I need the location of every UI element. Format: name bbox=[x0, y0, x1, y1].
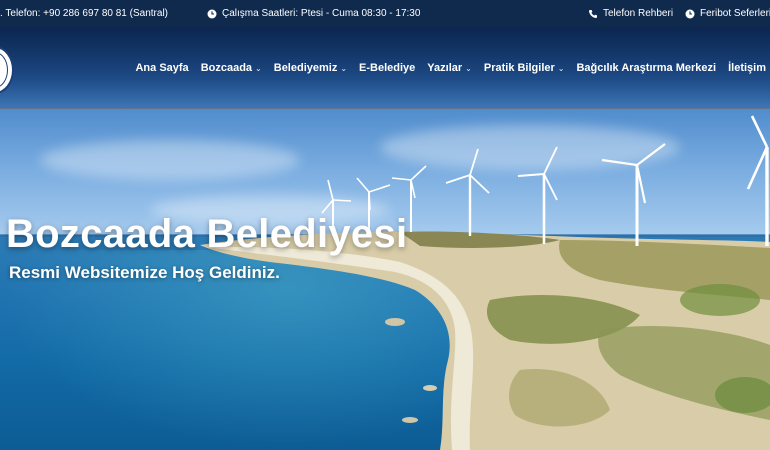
ferry-schedule-label: Feribot Seferleri bbox=[700, 8, 770, 19]
hero-title: Bozcaada Belediyesi bbox=[6, 212, 408, 256]
nav-item-yazilar[interactable]: Yazılar ⌄ bbox=[427, 62, 472, 74]
clock-icon bbox=[685, 9, 695, 18]
main-navigation: Ana Sayfa Bozcaada ⌄ Belediyemiz ⌄ E-Belediye… bbox=[135, 54, 766, 82]
phone-icon bbox=[589, 9, 597, 18]
nav-item-label: Yazılar bbox=[427, 62, 463, 74]
nav-item-belediyemiz[interactable]: Belediyemiz ⌄ bbox=[274, 62, 347, 74]
nav-item-label: E-Belediye bbox=[359, 62, 416, 74]
phonebook-label: Telefon Rehberi bbox=[603, 8, 674, 19]
working-hours: Çalışma Saatleri: Ptesi - Cuma 08:30 - 1… bbox=[207, 0, 420, 27]
phonebook-link[interactable]: Telefon Rehberi bbox=[588, 0, 673, 27]
ferry-schedule-link[interactable]: Feribot Seferleri bbox=[685, 0, 770, 27]
chevron-down-icon: ⌄ bbox=[340, 63, 348, 73]
nav-item-label: Pratik Bilgiler bbox=[483, 62, 555, 74]
nav-item-label: İletişim bbox=[728, 62, 766, 74]
nav-item-e-belediye[interactable]: E-Belediye bbox=[359, 62, 415, 74]
phone-text: . Telefon: +90 286 697 80 81 (Santral) bbox=[0, 8, 168, 19]
nav-item-pratik-bilgiler[interactable]: Pratik Bilgiler ⌄ bbox=[484, 62, 565, 74]
nav-item-bozcaada[interactable]: Bozcaada ⌄ bbox=[201, 62, 262, 74]
chevron-down-icon: ⌄ bbox=[465, 63, 472, 73]
chevron-down-icon: ⌄ bbox=[255, 63, 262, 73]
nav-item-bagcilik-arastirma-merkezi[interactable]: Bağcılık Araştırma Merkezi bbox=[576, 62, 716, 74]
nav-item-ana-sayfa[interactable]: Ana Sayfa bbox=[135, 62, 188, 74]
nav-item-label: Ana Sayfa bbox=[135, 62, 189, 74]
chevron-down-icon: ⌄ bbox=[557, 63, 565, 73]
nav-item-label: Bozcaada bbox=[200, 62, 253, 74]
working-hours-text: Çalışma Saatleri: Ptesi - Cuma 08:30 - 1… bbox=[222, 8, 421, 19]
municipality-logo[interactable] bbox=[0, 46, 14, 94]
main-header: Ana Sayfa Bozcaada ⌄ Belediyemiz ⌄ E-Belediye… bbox=[0, 27, 770, 109]
clock-icon bbox=[207, 9, 217, 18]
logo-ring bbox=[0, 52, 8, 88]
phone-contact[interactable]: . Telefon: +90 286 697 80 81 (Santral) bbox=[0, 0, 168, 27]
top-info-bar: . Telefon: +90 286 697 80 81 (Santral) Ç… bbox=[0, 0, 770, 27]
hero-subtitle: Resmi Websitemize Hoş Geldiniz. bbox=[9, 263, 280, 282]
nav-item-i-letisim[interactable]: İletişim bbox=[728, 62, 766, 74]
nav-item-label: Bağcılık Araştırma Merkezi bbox=[576, 62, 717, 74]
nav-item-label: Belediyemiz bbox=[273, 62, 338, 74]
